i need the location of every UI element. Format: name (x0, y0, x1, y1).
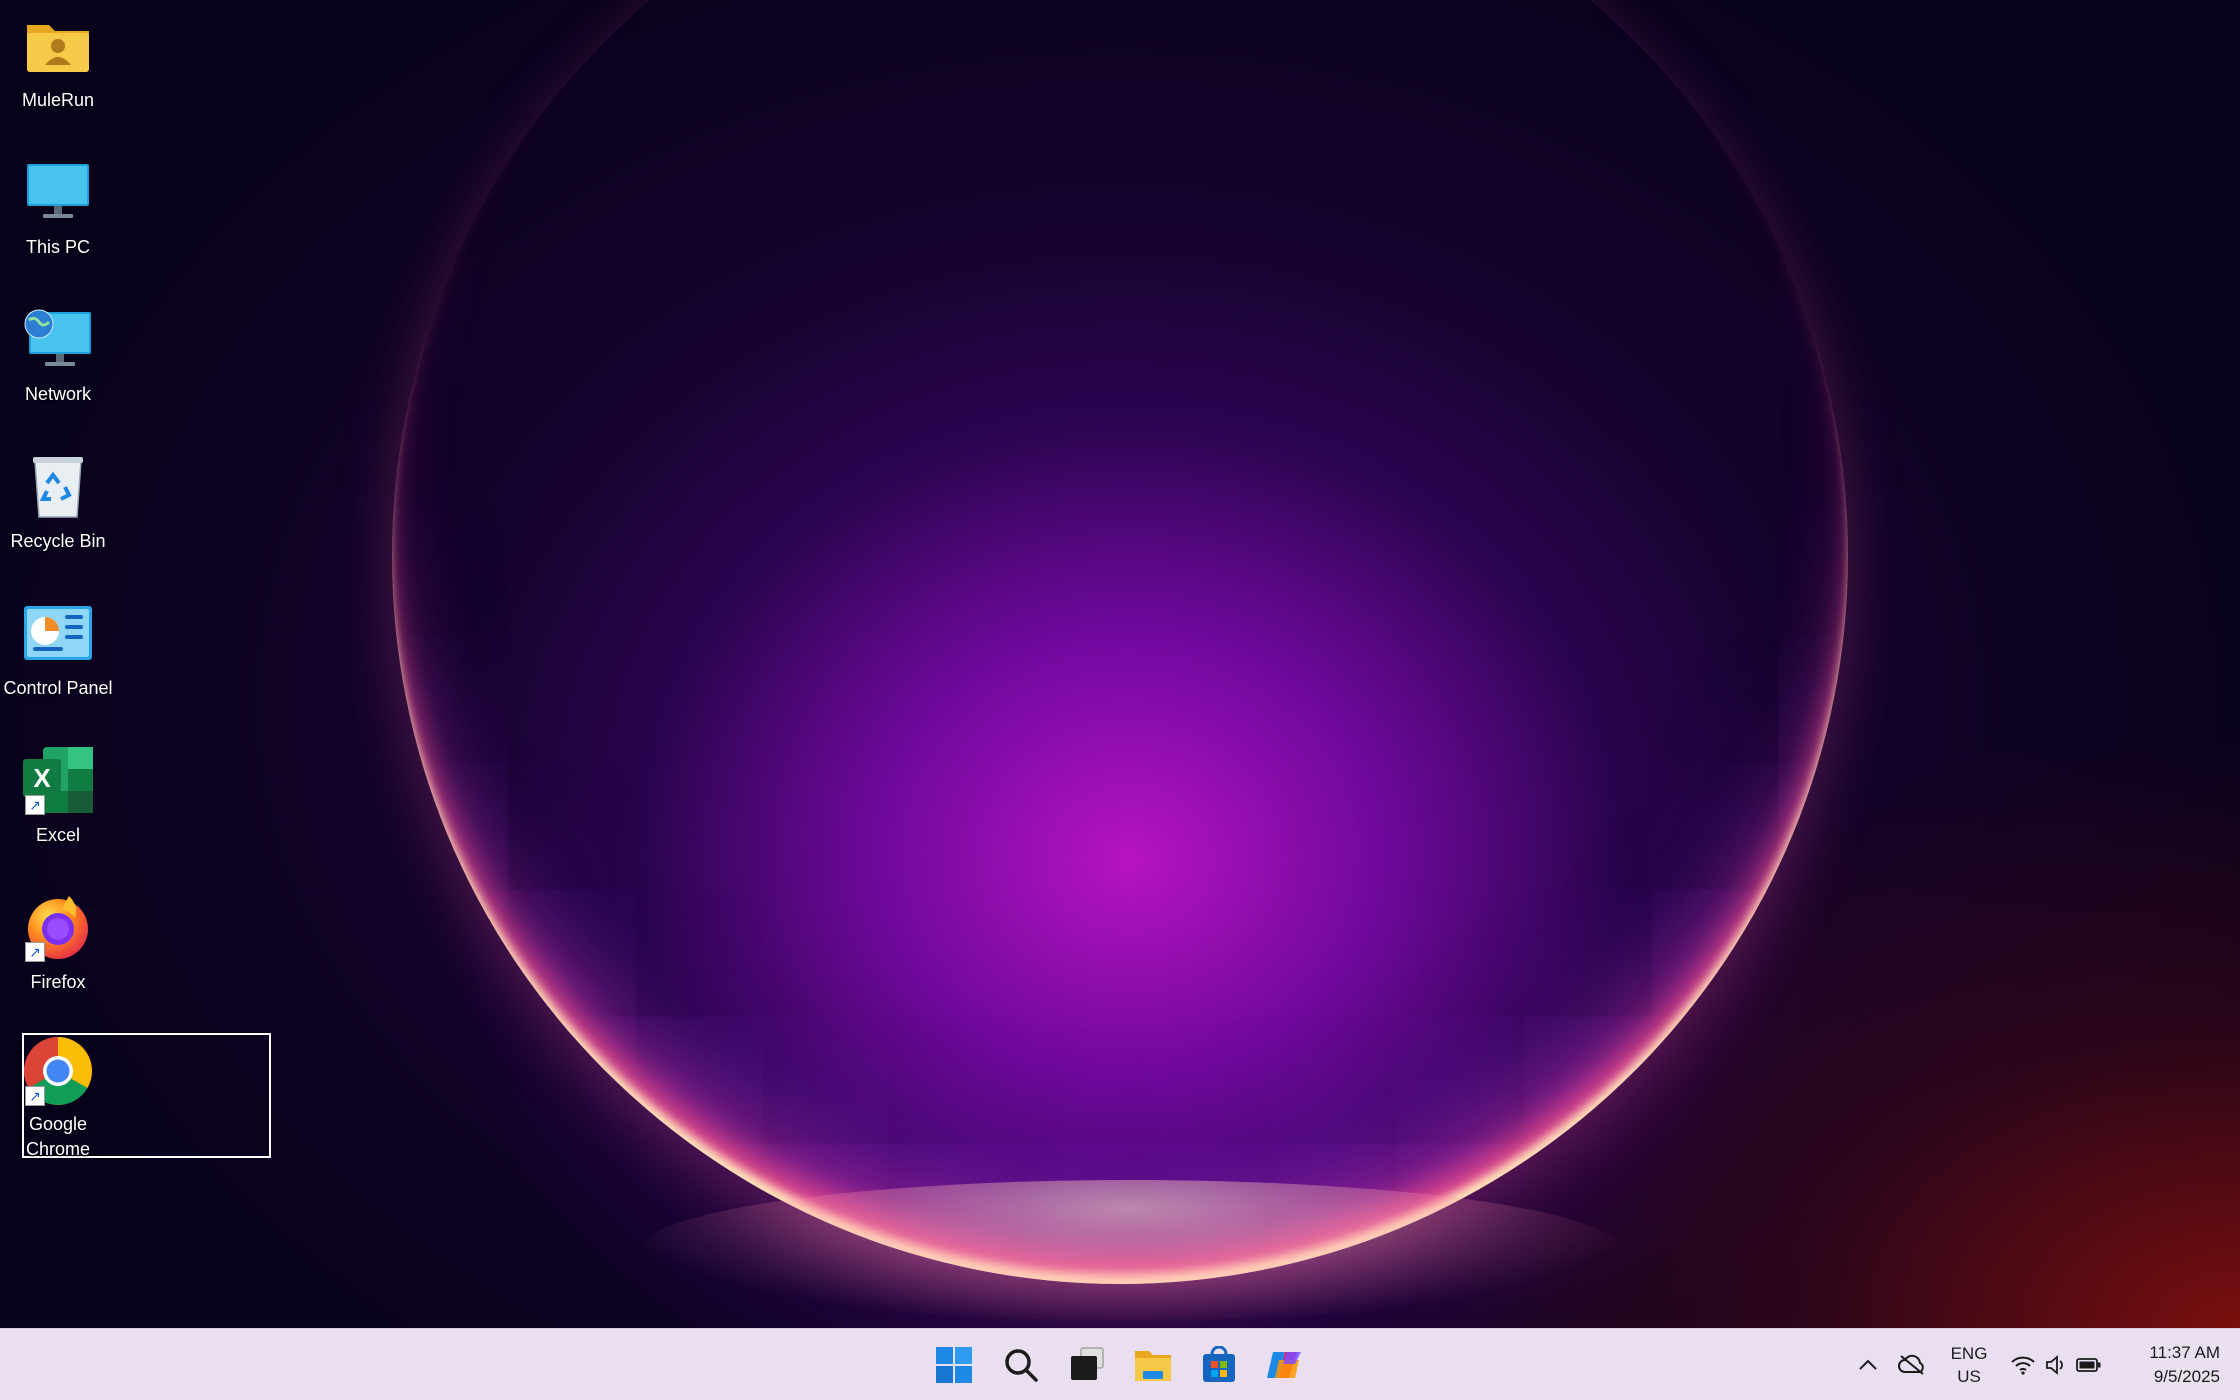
desktop-icon-recycle-bin[interactable]: Recycle Bin (0, 451, 116, 553)
clock-time: 11:37 AM (2149, 1343, 2220, 1362)
language-region: US (1957, 1367, 1981, 1386)
onedrive-status[interactable] (1894, 1341, 1930, 1389)
desktop-icon-firefox[interactable]: ↗ Firefox (0, 892, 116, 994)
clock-button[interactable]: 11:37 AM 9/5/2025 (2120, 1341, 2220, 1389)
battery-icon (2076, 1358, 2101, 1372)
search-button[interactable] (997, 1341, 1045, 1389)
cloud-offline-icon (1898, 1354, 1924, 1375)
desktop-background: MuleRun This PC Network Recycle Bin Cont… (0, 0, 2240, 1328)
desktop-icon-label: Network (24, 384, 91, 404)
file-explorer-icon (1135, 1351, 1171, 1381)
volume-icon (2046, 1355, 2063, 1375)
desktop-icon-excel[interactable]: X ↗ Excel (0, 745, 116, 847)
shortcut-arrow-icon: ↗ (25, 795, 45, 815)
taskbar: ENG US 11:37 AM 9/5/2025 (0, 1328, 2240, 1400)
desktop-icon-google-chrome[interactable]: ↗ Google Chrome (0, 1036, 116, 1162)
monitor-icon (23, 157, 93, 227)
desktop-icon-label: This PC (25, 237, 90, 257)
store-icon (1203, 1346, 1235, 1382)
control-panel-icon (23, 598, 93, 668)
chevron-up-icon (1859, 1359, 1877, 1370)
task-view-button[interactable] (1063, 1341, 1111, 1389)
svg-text:X: X (33, 763, 51, 793)
quick-settings-button[interactable] (2008, 1341, 2104, 1389)
desktop-icon-label: Google Chrome (25, 1114, 91, 1159)
chrome-icon: ↗ (23, 1036, 93, 1106)
desktop-icon-control-panel[interactable]: Control Panel (0, 598, 116, 700)
desktop-icon-mulerun[interactable]: MuleRun (0, 10, 116, 112)
copilot-button[interactable] (1261, 1341, 1309, 1389)
clock-date: 9/5/2025 (2153, 1367, 2220, 1386)
desktop-icon-label: Control Panel (3, 678, 113, 698)
excel-icon: X ↗ (23, 745, 93, 815)
wifi-icon (2011, 1356, 2035, 1375)
desktop-icon-label: Excel (35, 825, 80, 845)
microsoft-store-button[interactable] (1195, 1341, 1243, 1389)
start-button[interactable] (930, 1341, 978, 1389)
file-explorer-button[interactable] (1129, 1341, 1177, 1389)
show-hidden-icons-button[interactable] (1852, 1341, 1884, 1389)
windows-start-icon (936, 1347, 972, 1383)
shortcut-arrow-icon: ↗ (25, 1086, 45, 1106)
wallpaper-glow (640, 1180, 1620, 1320)
desktop-icon-label: MuleRun (21, 90, 95, 110)
user-folder-icon (23, 10, 93, 80)
shortcut-arrow-icon: ↗ (25, 942, 45, 962)
network-icon (23, 304, 93, 374)
desktop-icon-network[interactable]: Network (0, 304, 116, 406)
search-icon (1005, 1349, 1038, 1382)
language-code: ENG (1950, 1344, 1988, 1363)
firefox-icon: ↗ (23, 892, 93, 962)
desktop-icon-this-pc[interactable]: This PC (0, 157, 116, 259)
desktop-icon-label: Firefox (30, 972, 86, 992)
task-view-icon (1071, 1347, 1104, 1380)
copilot-icon (1267, 1352, 1301, 1378)
recycle-bin-icon (23, 451, 93, 521)
desktop-icon-label: Recycle Bin (10, 531, 106, 551)
language-indicator[interactable]: ENG US (1940, 1341, 1998, 1389)
wallpaper-orb (392, 0, 1848, 1284)
